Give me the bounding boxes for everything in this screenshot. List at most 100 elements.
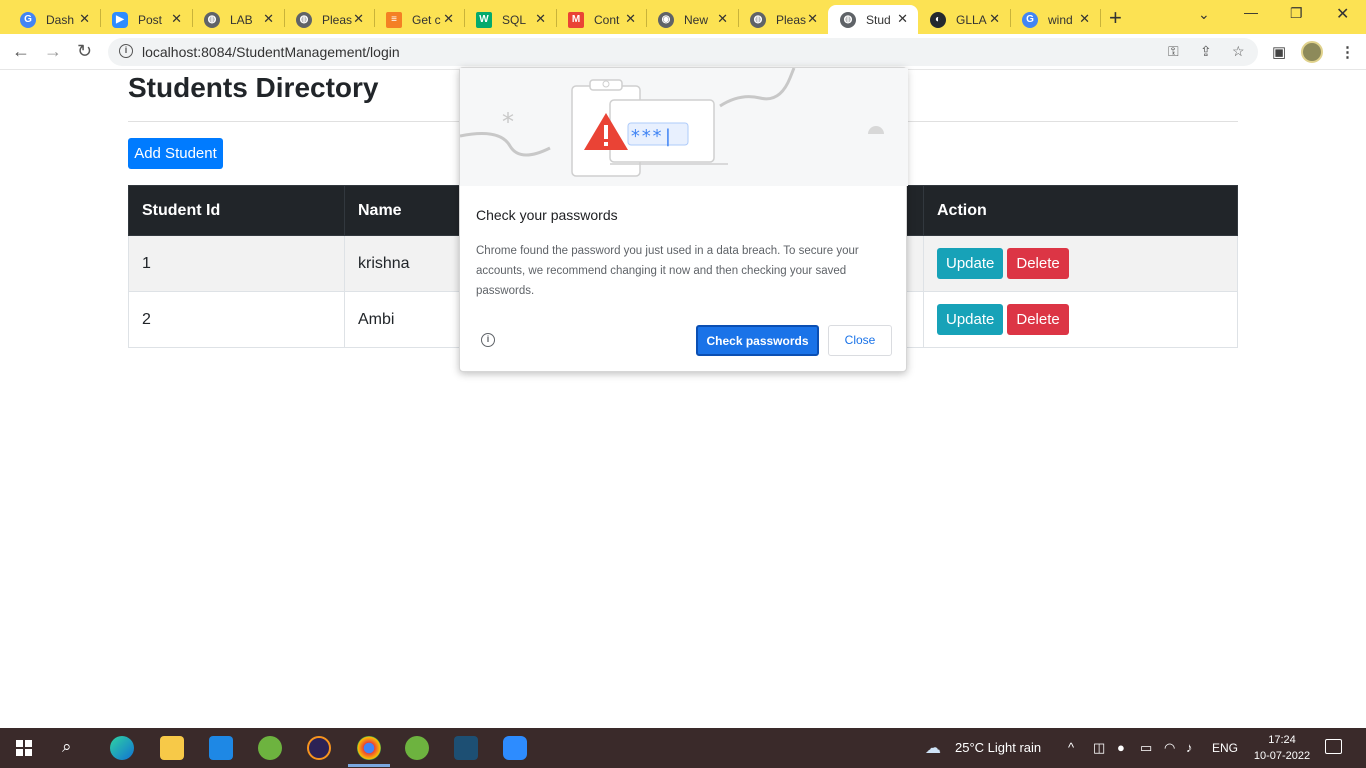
- new-tab-button[interactable]: +: [1109, 5, 1122, 31]
- password-breach-dialog: * ***| Check your passwords Chrome found…: [459, 67, 908, 372]
- close-tab-icon[interactable]: ✕: [625, 11, 636, 27]
- check-passwords-button[interactable]: Check passwords: [696, 325, 819, 356]
- close-tab-icon[interactable]: ✕: [353, 11, 364, 27]
- browser-tab[interactable]: G Dash ✕: [8, 5, 100, 34]
- browser-tab[interactable]: ◉ New ✕: [646, 5, 738, 34]
- tab-label: wind: [1048, 12, 1073, 27]
- microphone-icon[interactable]: ●: [1117, 740, 1125, 755]
- info-icon[interactable]: i: [481, 333, 495, 347]
- tab-label: Get c: [412, 12, 441, 27]
- weather-text[interactable]: 25°C Light rain: [955, 740, 1041, 755]
- close-tab-icon[interactable]: ✕: [443, 11, 454, 27]
- browser-tab[interactable]: ≡ Get c ✕: [374, 5, 464, 34]
- eclipse-icon[interactable]: [307, 736, 331, 760]
- spring-tool-icon[interactable]: [258, 736, 282, 760]
- browser-tab[interactable]: M Cont ✕: [556, 5, 646, 34]
- tab-label: Pleas: [322, 12, 353, 27]
- url-text[interactable]: localhost:8084/StudentManagement/login: [142, 44, 400, 60]
- zoom-icon: ▶: [112, 11, 128, 28]
- site-info-icon[interactable]: i: [119, 44, 133, 58]
- menu-kebab-icon[interactable]: ⋮: [1340, 43, 1355, 61]
- cell-actions: Update Delete: [923, 235, 1238, 292]
- tab-label: Dash: [46, 12, 75, 27]
- globe-icon: ◍: [750, 11, 766, 28]
- browser-tab[interactable]: ◐ GLLA ✕: [918, 5, 1010, 34]
- spring-boot-icon[interactable]: [405, 736, 429, 760]
- svg-text:*: *: [502, 108, 514, 136]
- globe-icon: ◍: [296, 11, 312, 28]
- tab-label: LAB: [230, 12, 253, 27]
- close-tab-icon[interactable]: ✕: [897, 11, 908, 27]
- language-indicator[interactable]: ENG: [1212, 741, 1238, 755]
- back-icon[interactable]: ←: [12, 41, 30, 62]
- address-bar[interactable]: i localhost:8084/StudentManagement/login…: [108, 38, 1258, 66]
- update-button[interactable]: Update: [937, 248, 1004, 279]
- close-tab-icon[interactable]: ✕: [535, 11, 546, 27]
- close-tab-icon[interactable]: ✕: [807, 11, 818, 27]
- chrome-taskbar-icon[interactable]: [348, 736, 390, 767]
- google-icon: G: [20, 11, 36, 28]
- update-button[interactable]: Update: [937, 304, 1004, 335]
- globe-icon: ◍: [204, 11, 220, 28]
- browser-tab[interactable]: ◍ Pleas ✕: [284, 5, 374, 34]
- bookmark-star-icon[interactable]: ☆: [1232, 43, 1245, 60]
- mail-icon[interactable]: [209, 736, 233, 760]
- side-panel-icon[interactable]: ▣: [1272, 43, 1286, 61]
- browser-tab[interactable]: ◍ LAB ✕: [192, 5, 284, 34]
- windows-start-icon[interactable]: [16, 740, 32, 756]
- edge-icon[interactable]: [110, 736, 134, 760]
- close-tab-icon[interactable]: ✕: [1079, 11, 1090, 27]
- windows-taskbar: ⌕ ☁ 25°C Light rain ^ ◫ ● ▭ ◠ ♪ ENG 17:2…: [0, 728, 1366, 768]
- browser-tab-active[interactable]: ◍ Stud ✕: [828, 5, 918, 34]
- weather-icon[interactable]: ☁: [925, 738, 941, 758]
- close-tab-icon[interactable]: ✕: [263, 11, 274, 27]
- minimize-icon[interactable]: —: [1244, 4, 1258, 20]
- clock[interactable]: 17:24 10-07-2022: [1252, 732, 1312, 764]
- meet-now-icon[interactable]: ◫: [1093, 740, 1105, 756]
- delete-button[interactable]: Delete: [1007, 248, 1069, 279]
- page-title: Students Directory: [128, 72, 379, 103]
- restore-icon[interactable]: ❐: [1290, 5, 1303, 22]
- delete-button[interactable]: Delete: [1007, 304, 1069, 335]
- search-icon[interactable]: ⌕: [62, 737, 72, 757]
- reload-icon[interactable]: ↻: [77, 41, 92, 62]
- browser-tab[interactable]: ▶ Post ✕: [100, 5, 192, 34]
- gmail-icon: M: [568, 11, 584, 28]
- battery-icon[interactable]: ▭: [1140, 740, 1152, 756]
- mysql-workbench-icon[interactable]: [454, 736, 478, 760]
- tab-label: Stud: [866, 12, 891, 27]
- close-tab-icon[interactable]: ✕: [79, 11, 90, 27]
- file-explorer-icon[interactable]: [160, 736, 184, 760]
- close-tab-icon[interactable]: ✕: [717, 11, 728, 27]
- cell-student-id: 2: [128, 291, 345, 348]
- zoom-taskbar-icon[interactable]: [503, 736, 527, 760]
- share-icon[interactable]: ⇪: [1200, 43, 1212, 60]
- chrome-icon: ◉: [658, 11, 674, 28]
- password-warning-illustration: * ***|: [460, 68, 908, 186]
- browser-tab[interactable]: G wind ✕: [1010, 5, 1100, 34]
- clock-time: 17:24: [1268, 734, 1296, 746]
- close-tab-icon[interactable]: ✕: [171, 11, 182, 27]
- tab-search-chevron-icon[interactable]: ⌄: [1198, 6, 1210, 23]
- notifications-icon[interactable]: [1325, 739, 1342, 754]
- svg-text:***|: ***|: [630, 126, 673, 147]
- tab-label: SQL: [502, 12, 527, 27]
- browser-tab[interactable]: W SQL ✕: [464, 5, 556, 34]
- profile-avatar[interactable]: [1301, 41, 1323, 63]
- add-student-button[interactable]: Add Student: [128, 138, 223, 169]
- close-window-icon[interactable]: ✕: [1336, 4, 1349, 24]
- close-tab-icon[interactable]: ✕: [989, 11, 1000, 27]
- key-icon[interactable]: ⚿: [1168, 43, 1179, 60]
- wifi-icon[interactable]: ◠: [1164, 740, 1175, 756]
- forward-icon[interactable]: →: [44, 41, 62, 62]
- google-icon: G: [1022, 11, 1038, 28]
- clock-date: 10-07-2022: [1253, 750, 1311, 762]
- close-dialog-button[interactable]: Close: [828, 325, 892, 356]
- stackoverflow-icon: ≡: [386, 11, 402, 28]
- tab-label: Cont: [594, 12, 620, 27]
- dialog-body: Chrome found the password you just used …: [476, 245, 859, 297]
- show-hidden-icons-chevron[interactable]: ^: [1068, 740, 1074, 755]
- tab-label: Pleas: [776, 12, 807, 27]
- volume-icon[interactable]: ♪: [1186, 740, 1193, 755]
- browser-tab[interactable]: ◍ Pleas ✕: [738, 5, 828, 34]
